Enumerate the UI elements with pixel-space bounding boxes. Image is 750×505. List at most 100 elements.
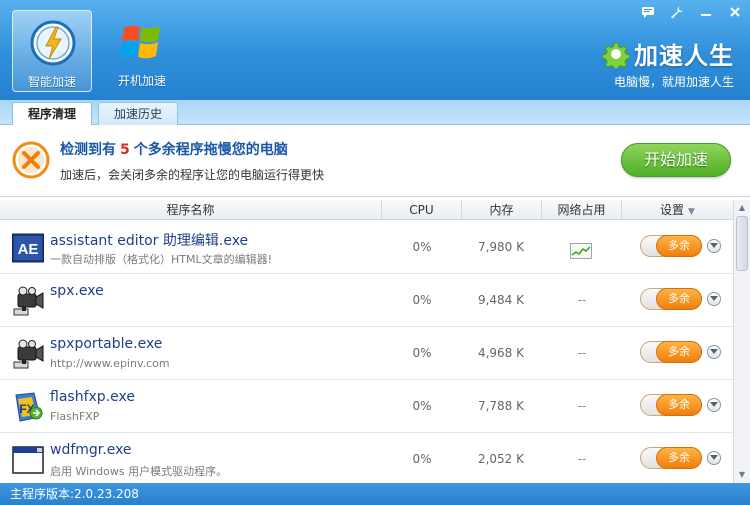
- minimize-button[interactable]: [691, 0, 720, 24]
- network-value: --: [577, 293, 587, 307]
- banner-title-suffix: 个多余程序拖慢您的电脑: [133, 142, 288, 158]
- window-app-icon: [12, 446, 44, 474]
- network-graph-icon: [570, 243, 592, 259]
- program-desc: http://www.epinv.com: [50, 357, 170, 370]
- tab-accelerate-history[interactable]: 加速历史: [98, 102, 178, 125]
- start-accelerate-button[interactable]: 开始加速: [621, 143, 731, 177]
- network-value: --: [577, 399, 587, 413]
- redundant-toggle-label: 多余: [656, 447, 702, 469]
- banner-subtitle: 加速后，会关闭多余的程序让您的电脑运行得更快: [60, 168, 325, 182]
- row-menu-button[interactable]: [707, 451, 721, 465]
- scroll-down-icon[interactable]: ▼: [734, 467, 750, 483]
- banner-title: 检测到有 5 个多余程序拖慢您的电脑: [60, 139, 288, 159]
- memory-value: 7,980 K: [477, 240, 524, 254]
- column-header-network[interactable]: 网络占用: [542, 200, 622, 220]
- minimize-icon: [700, 14, 711, 16]
- banner-title-prefix: 检测到有: [60, 142, 116, 158]
- memory-value: 2,052 K: [477, 452, 524, 466]
- table-row[interactable]: AE assistant editor 助理编辑.exe 一款自动排版（格式化）…: [0, 221, 733, 274]
- table-header: 程序名称 CPU 内存 网络占用 设置 ▼: [0, 200, 733, 220]
- cpu-value: 0%: [412, 240, 432, 254]
- column-header-settings[interactable]: 设置 ▼: [622, 200, 733, 220]
- program-list: AE assistant editor 助理编辑.exe 一款自动排版（格式化）…: [0, 221, 733, 483]
- redundant-toggle-label: 多余: [656, 341, 702, 363]
- cpu-value: 0%: [412, 452, 432, 466]
- version-text: 主程序版本:2.0.23.208: [10, 487, 139, 501]
- redundant-toggle[interactable]: 多余: [640, 447, 702, 469]
- table-row[interactable]: FX flashfxp.exe FlashFXP 0% 7,788 K -- 多…: [0, 380, 733, 433]
- cpu-value: 0%: [412, 293, 432, 307]
- feedback-button[interactable]: [633, 0, 662, 24]
- spx-camera-icon: [13, 286, 44, 316]
- memory-value: 4,968 K: [477, 346, 524, 360]
- window-controls: [633, 0, 750, 24]
- redundant-toggle[interactable]: 多余: [640, 288, 702, 310]
- tab-program-cleanup[interactable]: 程序清理: [12, 102, 92, 126]
- ae-icon: AE: [12, 233, 44, 263]
- brand-title: 加速人生: [602, 36, 734, 71]
- table-row[interactable]: wdfmgr.exe 启用 Windows 用户模式驱动程序。 0% 2,052…: [0, 433, 733, 483]
- redundant-toggle[interactable]: 多余: [640, 235, 702, 257]
- smart-accelerate-label: 智能加速: [27, 75, 76, 89]
- app-header: 智能加速 开机加速 加速人生 电脑慢，就用加速人生: [0, 0, 750, 100]
- chevron-down-icon: [710, 243, 718, 248]
- scroll-thumb[interactable]: [736, 216, 748, 271]
- column-header-memory[interactable]: 内存: [462, 200, 542, 220]
- network-value: --: [577, 346, 587, 360]
- program-desc: 一款自动排版（格式化）HTML文章的编辑器!: [50, 253, 273, 266]
- row-menu-button[interactable]: [707, 292, 721, 306]
- table-row[interactable]: spx.exe 0% 9,484 K -- 多余: [0, 274, 733, 327]
- column-header-name[interactable]: 程序名称: [0, 200, 382, 220]
- table-row[interactable]: spxportable.exe http://www.epinv.com 0% …: [0, 327, 733, 380]
- program-desc: FlashFXP: [50, 410, 100, 423]
- column-header-settings-label: 设置: [660, 203, 685, 217]
- memory-value: 9,484 K: [477, 293, 524, 307]
- network-value: --: [577, 452, 587, 466]
- scroll-up-icon[interactable]: ▲: [734, 200, 750, 216]
- settings-button[interactable]: [662, 0, 691, 24]
- column-header-cpu[interactable]: CPU: [382, 200, 462, 220]
- redundant-toggle-label: 多余: [656, 288, 702, 310]
- brand-title-text: 加速人生: [634, 42, 734, 70]
- sort-down-icon: ▼: [688, 207, 695, 217]
- boot-accelerate-button[interactable]: 开机加速: [102, 10, 182, 92]
- redundant-count: 5: [120, 142, 130, 158]
- speedometer-icon: [30, 20, 76, 66]
- program-name: spxportable.exe: [50, 336, 163, 352]
- row-menu-button[interactable]: [707, 345, 721, 359]
- chevron-down-icon: [710, 349, 718, 354]
- smart-accelerate-button[interactable]: 智能加速: [12, 10, 92, 92]
- program-name: wdfmgr.exe: [50, 442, 132, 458]
- row-menu-button[interactable]: [707, 239, 721, 253]
- redundant-toggle-label: 多余: [656, 394, 702, 416]
- program-name: assistant editor 助理编辑.exe: [50, 233, 249, 249]
- cpu-value: 0%: [412, 399, 432, 413]
- close-button[interactable]: [720, 0, 750, 24]
- boot-accelerate-label: 开机加速: [117, 74, 166, 88]
- status-bar: 主程序版本:2.0.23.208: [0, 483, 750, 505]
- close-icon: [730, 7, 740, 17]
- svg-text:AE: AE: [18, 241, 39, 258]
- spx-camera-icon: [13, 339, 44, 369]
- memory-value: 7,788 K: [477, 399, 524, 413]
- gear-logo-icon: [602, 42, 630, 68]
- feedback-icon: [641, 7, 654, 18]
- vertical-scrollbar[interactable]: ▲ ▼: [733, 200, 750, 483]
- redundant-toggle[interactable]: 多余: [640, 341, 702, 363]
- row-menu-button[interactable]: [707, 398, 721, 412]
- chevron-down-icon: [710, 455, 718, 460]
- warning-x-icon: [12, 141, 50, 179]
- program-name: spx.exe: [50, 283, 104, 299]
- brand: 加速人生 电脑慢，就用加速人生: [602, 36, 734, 90]
- chevron-down-icon: [710, 402, 718, 407]
- program-name: flashfxp.exe: [50, 389, 135, 405]
- chevron-down-icon: [710, 296, 718, 301]
- wrench-icon: [670, 6, 683, 19]
- program-desc: 启用 Windows 用户模式驱动程序。: [50, 465, 228, 478]
- redundant-toggle-label: 多余: [656, 235, 702, 257]
- flashfxp-icon: FX: [15, 392, 43, 422]
- redundant-toggle[interactable]: 多余: [640, 394, 702, 416]
- cpu-value: 0%: [412, 346, 432, 360]
- windows-logo-icon: [120, 25, 160, 59]
- brand-subtitle: 电脑慢，就用加速人生: [613, 75, 734, 89]
